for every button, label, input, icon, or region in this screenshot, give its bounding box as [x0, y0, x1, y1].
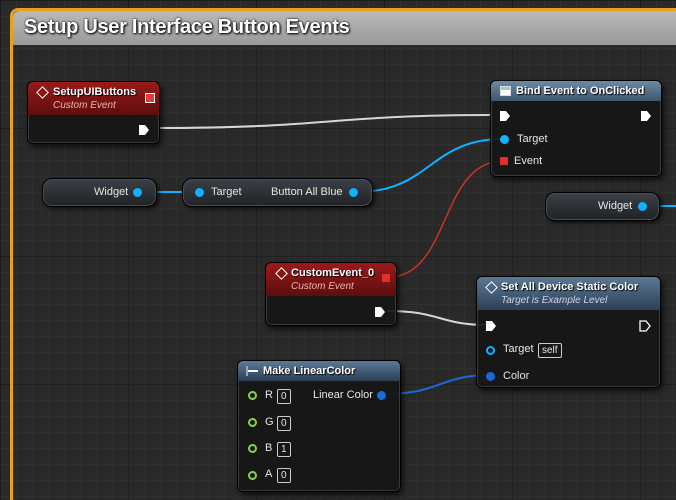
exec-arrow-icon [375, 307, 385, 317]
r-pin-label: R [265, 389, 273, 401]
widget-variable-label: Widget [598, 200, 633, 212]
button-all-blue-getter-node[interactable]: Target Button All Blue [182, 178, 373, 207]
node-subtitle: Target is Example Level [501, 295, 608, 306]
make-linear-color-node[interactable]: Make LinearColor R 0 G 0 B 1 A 0 Linear … [237, 360, 401, 492]
g-input-pin[interactable] [248, 418, 257, 427]
custom-event-0-node[interactable]: CustomEvent_0 Custom Event [265, 262, 397, 326]
node-title: Make LinearColor [263, 365, 356, 377]
linear-color-output-label: Linear Color [313, 389, 373, 401]
a-pin-label: A [265, 468, 273, 480]
function-icon [500, 86, 511, 96]
exec-wire-customevent-to-set [387, 310, 488, 326]
set-all-device-static-color-node[interactable]: Set All Device Static Color Target is Ex… [476, 276, 661, 388]
target-pin-label: Target [503, 343, 534, 355]
widget-variable-label: Widget [94, 186, 129, 198]
button-output-pin[interactable] [349, 188, 358, 197]
event-pin-label: Event [514, 155, 543, 167]
blueprint-graph-canvas[interactable]: Setup User Interface Button Events Setup… [0, 0, 676, 500]
exec-arrow-outline-icon [639, 320, 651, 332]
target-pin-label: Target [517, 133, 548, 145]
b-input-pin[interactable] [248, 444, 257, 453]
color-pin-label: Color [503, 370, 530, 382]
exec-arrow-icon [641, 111, 651, 121]
target-input-pin[interactable] [486, 346, 495, 355]
button-all-blue-label: Button All Blue [271, 186, 343, 198]
linear-color-output-pin[interactable] [377, 391, 386, 400]
exec-arrow-icon [500, 111, 510, 121]
make-struct-icon [246, 366, 258, 376]
a-value-field[interactable]: 0 [277, 468, 291, 483]
delegate-wire-event-to-bind [388, 160, 504, 278]
widget-variable-node-2[interactable]: Widget [545, 192, 660, 221]
setup-ui-buttons-node[interactable]: SetupUIButtons Custom Event [27, 81, 160, 144]
node-title: CustomEvent_0 [291, 267, 375, 279]
g-pin-label: G [265, 416, 274, 428]
target-self-value[interactable]: self [538, 343, 562, 358]
color-input-pin[interactable] [486, 372, 495, 381]
b-value-field[interactable]: 1 [277, 442, 291, 457]
target-input-pin[interactable] [195, 188, 204, 197]
g-value-field[interactable]: 0 [277, 416, 291, 431]
node-title: Bind Event to OnClicked [516, 85, 645, 97]
widget-output-pin[interactable] [133, 188, 142, 197]
widget-variable-node[interactable]: Widget [42, 178, 157, 207]
delegate-output-pin[interactable] [145, 93, 155, 103]
widget-output-pin[interactable] [638, 202, 647, 211]
object-wire-button-to-bind-target [356, 138, 504, 193]
target-input-pin[interactable] [500, 135, 509, 144]
target-pin-label: Target [211, 186, 242, 198]
bind-event-node[interactable]: Bind Event to OnClicked Target Event [490, 80, 662, 177]
exec-arrow-icon [486, 321, 496, 331]
r-input-pin[interactable] [248, 391, 257, 400]
r-value-field[interactable]: 0 [277, 389, 291, 404]
b-pin-label: B [265, 442, 273, 454]
node-title: Set All Device Static Color [501, 281, 639, 293]
exec-wire-setup-to-bind [157, 114, 493, 129]
node-title: SetupUIButtons [53, 86, 137, 98]
a-input-pin[interactable] [248, 471, 257, 480]
node-subtitle: Custom Event [53, 100, 116, 111]
event-input-pin[interactable] [500, 157, 508, 165]
exec-arrow-icon [139, 125, 149, 135]
node-subtitle: Custom Event [291, 281, 354, 292]
delegate-output-pin[interactable] [382, 274, 390, 282]
